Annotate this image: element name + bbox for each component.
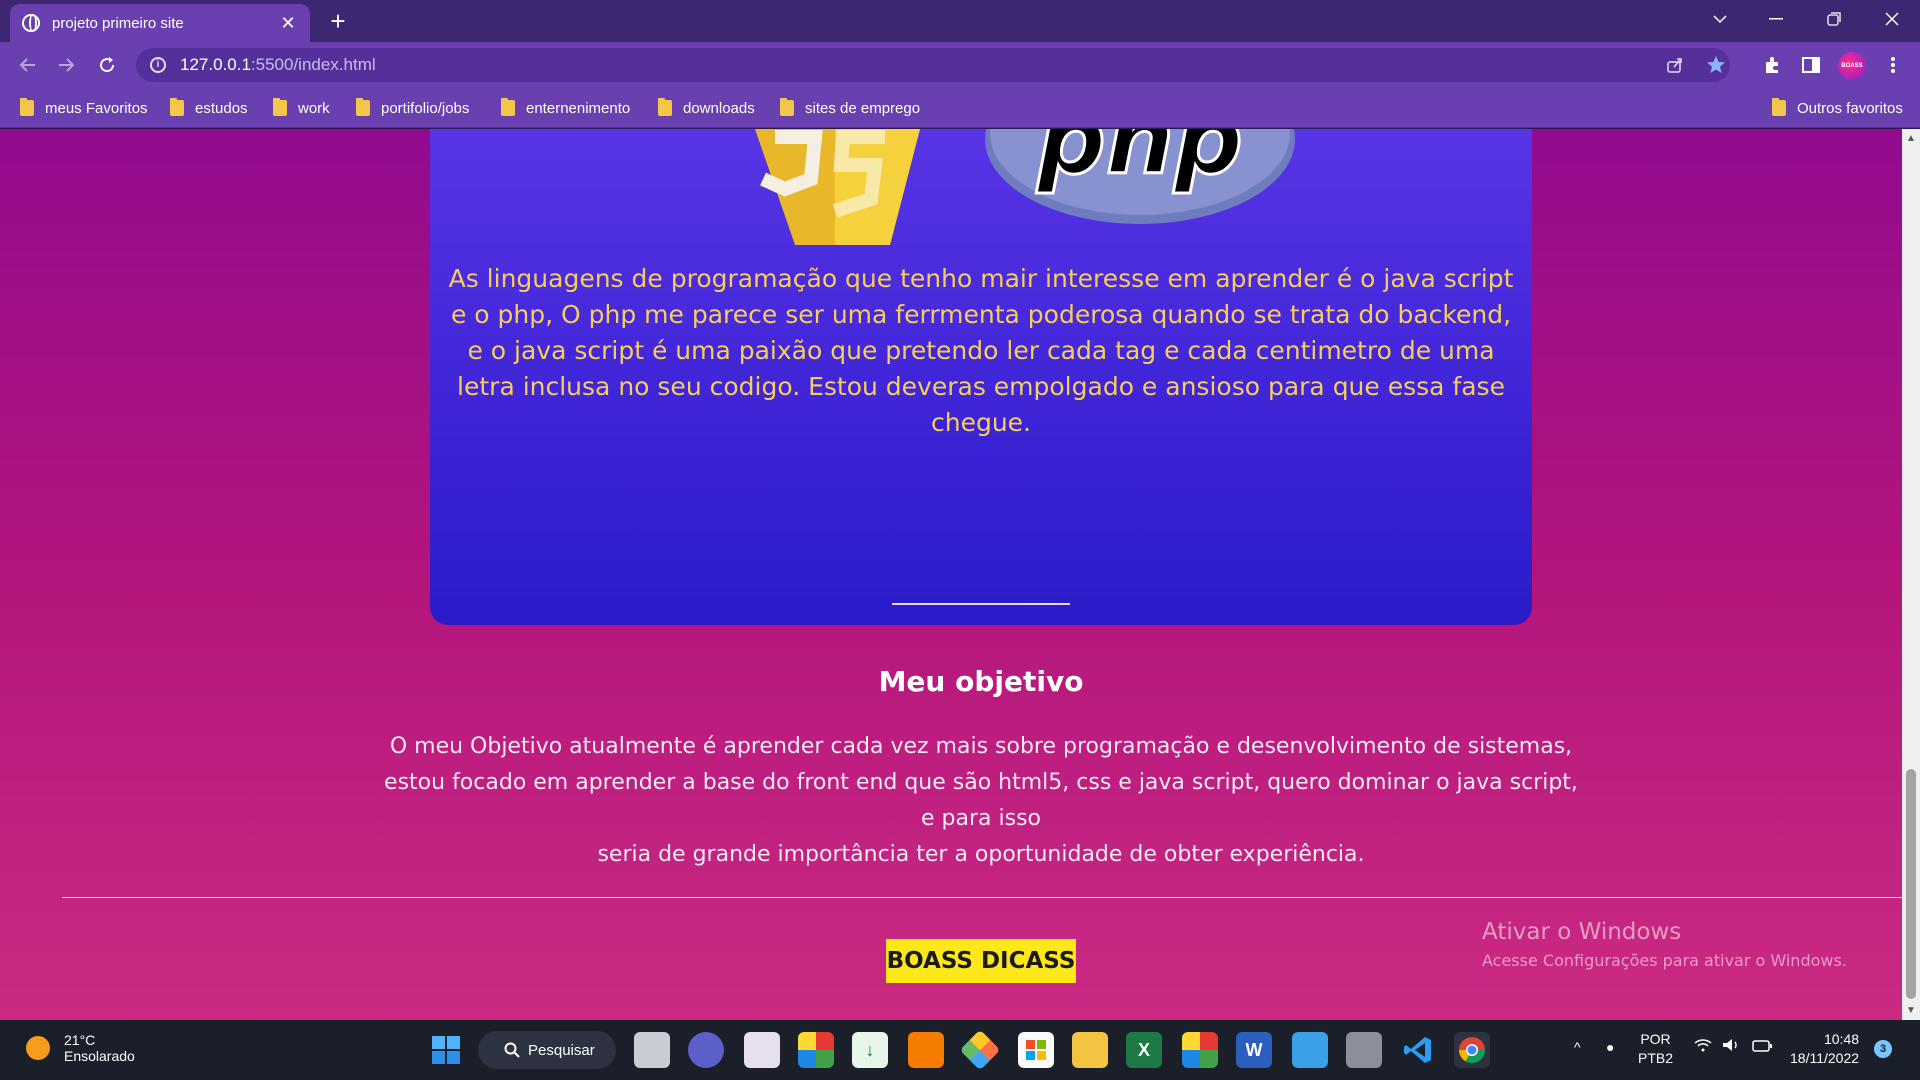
- excel-icon[interactable]: X: [1126, 1032, 1162, 1068]
- language-indicator[interactable]: POR PTB2: [1638, 1030, 1673, 1068]
- sun-icon: [26, 1036, 50, 1060]
- page-viewport: php As linguagens de programação que ten…: [0, 129, 1902, 1020]
- folder-icon: [658, 98, 672, 116]
- weather-widget[interactable]: 21°C Ensolarado: [26, 1032, 135, 1064]
- vscode-icon[interactable]: [1400, 1032, 1436, 1068]
- globe-icon: [22, 14, 40, 32]
- address-bar[interactable]: i 127.0.0.1:5500/index.html: [136, 48, 1730, 82]
- chrome-icon[interactable]: [1454, 1032, 1490, 1068]
- back-arrow-icon[interactable]: [12, 50, 42, 80]
- notification-badge[interactable]: 3: [1874, 1040, 1892, 1058]
- new-tab-button[interactable]: +: [324, 6, 352, 36]
- close-tab-icon[interactable]: ✕: [278, 13, 298, 34]
- temperature: 21°C: [64, 1032, 96, 1048]
- notepad-icon[interactable]: [1292, 1032, 1328, 1068]
- scrollbar-thumb[interactable]: [1906, 769, 1916, 999]
- other-bookmarks-folder[interactable]: Outros favoritos: [1772, 96, 1903, 120]
- show-hidden-icons-icon[interactable]: ^: [1574, 1038, 1581, 1057]
- bookmarks-bar: meus Favoritos estudos work portifolio/j…: [0, 88, 1920, 128]
- network-status-icon[interactable]: ●: [1606, 1038, 1614, 1057]
- bookmark-folder[interactable]: portifolio/jobs: [356, 96, 469, 120]
- side-panel-icon[interactable]: [1796, 50, 1826, 80]
- xampp-icon[interactable]: [908, 1032, 944, 1068]
- colorful-app-icon[interactable]: [798, 1032, 834, 1068]
- forward-arrow-icon[interactable]: [52, 50, 82, 80]
- volume-icon[interactable]: [1722, 1038, 1740, 1057]
- bookmark-folder[interactable]: estudos: [170, 96, 248, 120]
- diamond-app-icon[interactable]: [959, 1029, 1001, 1071]
- tab-search-icon[interactable]: [1692, 0, 1748, 38]
- php-logo: php: [985, 129, 1295, 224]
- objective-title: Meu objetivo: [878, 665, 1084, 698]
- objective-text: O meu Objetivo atualmente é aprender cad…: [380, 729, 1582, 873]
- folder-icon: [20, 98, 34, 116]
- weather-condition: Ensolarado: [64, 1048, 135, 1064]
- download-app-icon[interactable]: ↓: [852, 1032, 888, 1068]
- objective-line: estou focado em aprender a base do front…: [384, 770, 1578, 831]
- battery-icon[interactable]: [1752, 1038, 1772, 1057]
- tab-strip: projeto primeiro site ✕ +: [0, 0, 1920, 42]
- windows-app-icon[interactable]: [1182, 1032, 1218, 1068]
- minimize-button[interactable]: [1748, 0, 1804, 38]
- objective-line: O meu Objetivo atualmente é aprender cad…: [389, 734, 1573, 759]
- app-avatar-icon[interactable]: [744, 1032, 780, 1068]
- folder-icon: [780, 98, 794, 116]
- scroll-down-arrow-icon[interactable]: ▼: [1906, 1005, 1916, 1016]
- activation-title: Ativar o Windows: [1482, 919, 1682, 945]
- section-divider: [892, 603, 1070, 605]
- javascript-logo: [755, 129, 920, 245]
- wifi-icon[interactable]: [1694, 1038, 1712, 1057]
- browser-tab[interactable]: projeto primeiro site ✕: [10, 4, 310, 42]
- restore-button[interactable]: [1806, 0, 1862, 38]
- calculator-icon[interactable]: [1346, 1032, 1382, 1068]
- browser-toolbar: i 127.0.0.1:5500/index.html BOASS: [0, 42, 1920, 88]
- task-view-icon[interactable]: [634, 1032, 670, 1068]
- url-host: 127.0.0.1: [180, 55, 251, 74]
- windows-start-icon[interactable]: [428, 1032, 464, 1068]
- footer-divider: [62, 897, 1902, 898]
- folder-icon: [1772, 98, 1786, 116]
- brand-logo[interactable]: BOASS DICASS: [886, 939, 1076, 983]
- folder-icon: [170, 98, 184, 116]
- teams-chat-icon[interactable]: [688, 1032, 724, 1068]
- page-scrollbar[interactable]: ▲ ▼: [1902, 129, 1920, 1020]
- windows-activation-watermark: Ativar o Windows Acesse Configurações pa…: [1482, 919, 1847, 970]
- bookmark-folder[interactable]: work: [273, 96, 330, 120]
- site-info-icon[interactable]: i: [150, 57, 166, 73]
- bookmark-star-icon[interactable]: [1706, 48, 1726, 82]
- bookmark-folder[interactable]: enternenimento: [501, 96, 630, 120]
- bookmark-folder[interactable]: sites de emprego: [780, 96, 920, 120]
- reload-icon[interactable]: [92, 50, 122, 80]
- languages-description: As linguagens de programação que tenho m…: [448, 264, 1514, 437]
- tab-title: projeto primeiro site: [52, 14, 184, 32]
- taskbar-search[interactable]: Pesquisar: [478, 1031, 616, 1069]
- search-label: Pesquisar: [528, 1041, 595, 1059]
- url-path: :5500/index.html: [250, 55, 376, 74]
- search-icon: [504, 1042, 520, 1058]
- bookmark-folder[interactable]: downloads: [658, 96, 755, 120]
- scroll-up-arrow-icon[interactable]: ▲: [1906, 133, 1916, 144]
- close-window-button[interactable]: [1864, 0, 1920, 38]
- objective-line: seria de grande importância ter a oportu…: [597, 842, 1365, 867]
- folder-icon: [273, 98, 287, 116]
- word-icon[interactable]: W: [1236, 1032, 1272, 1068]
- microsoft-store-icon[interactable]: [1018, 1032, 1054, 1068]
- activation-subtitle: Acesse Configurações para ativar o Windo…: [1482, 951, 1847, 970]
- file-explorer-icon[interactable]: [1072, 1032, 1108, 1068]
- extensions-puzzle-icon[interactable]: [1758, 50, 1788, 80]
- folder-icon: [501, 98, 515, 116]
- share-icon[interactable]: [1666, 48, 1684, 82]
- php-logo-text: php: [1036, 129, 1243, 196]
- clock[interactable]: 10:48 18/11/2022: [1790, 1030, 1859, 1068]
- folder-icon: [356, 98, 370, 116]
- clock-date: 18/11/2022: [1790, 1050, 1860, 1066]
- bookmark-folder[interactable]: meus Favoritos: [20, 96, 148, 120]
- profile-avatar[interactable]: BOASS: [1838, 52, 1866, 80]
- clock-time: 10:48: [1823, 1031, 1860, 1047]
- menu-kebab-icon[interactable]: [1878, 50, 1908, 80]
- windows-taskbar: 21°C Ensolarado Pesquisar ↓ X W ^ ● POR …: [0, 1020, 1920, 1080]
